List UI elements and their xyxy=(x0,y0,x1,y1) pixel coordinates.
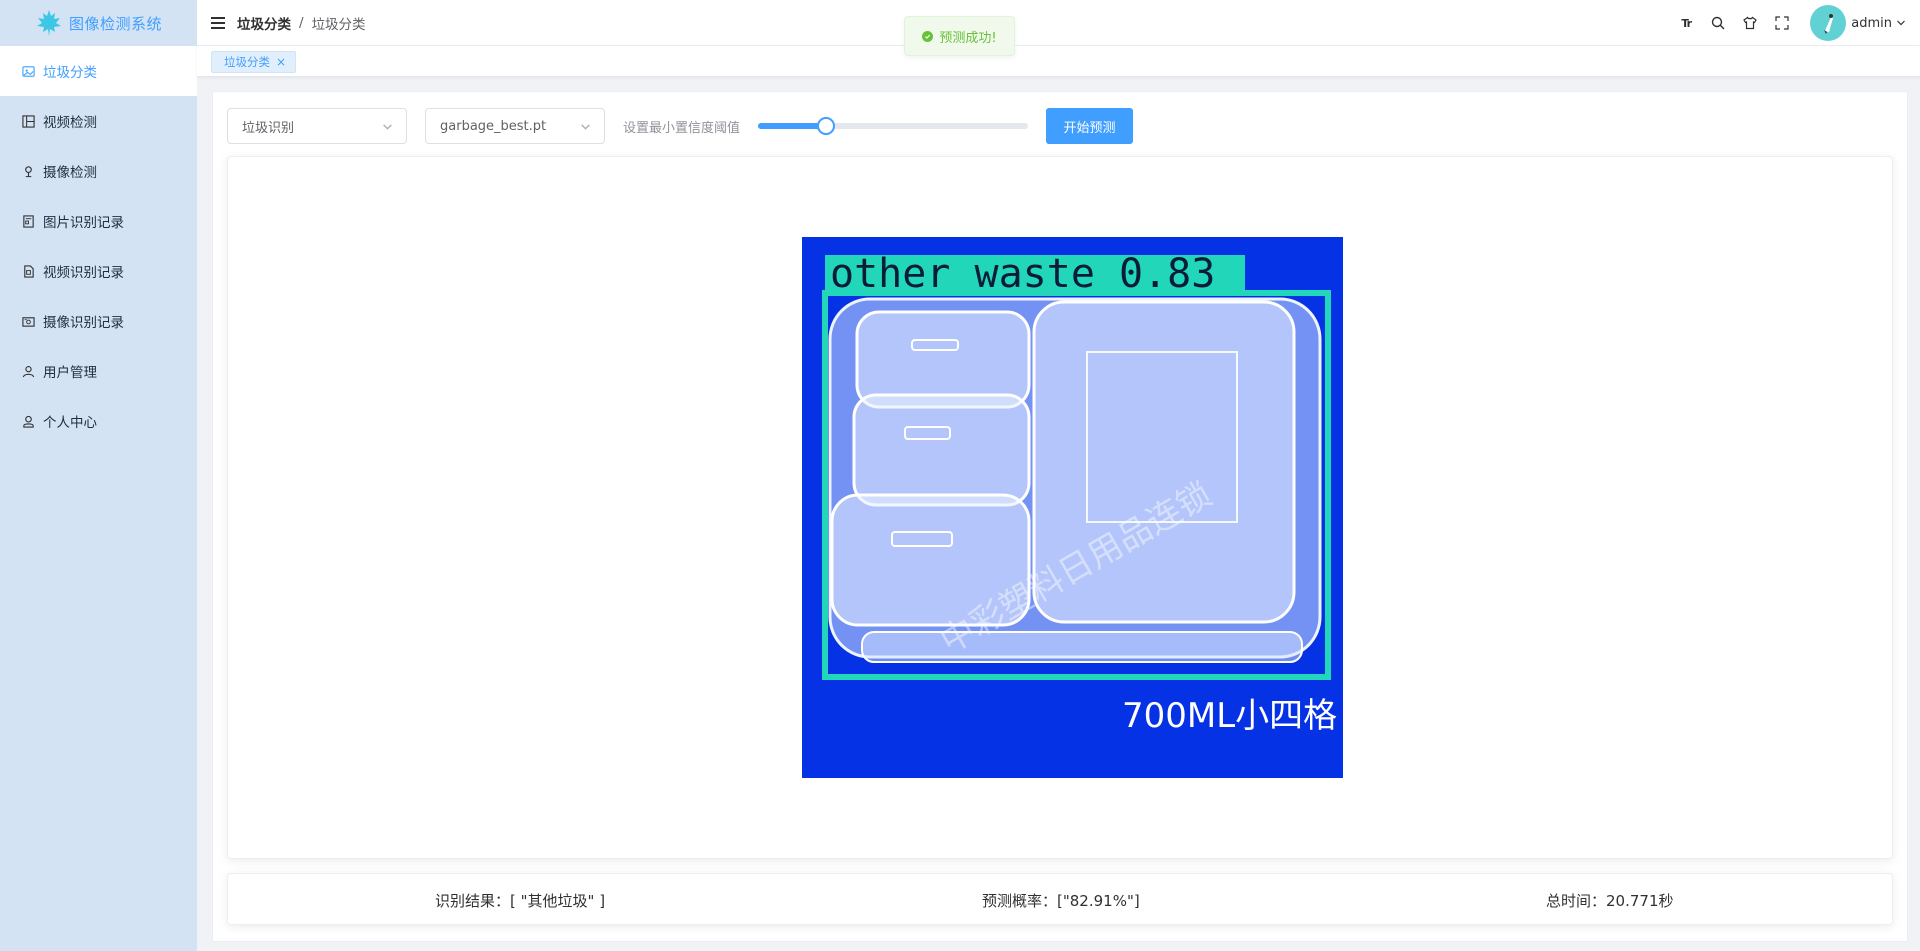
main-content: 垃圾识别 garbage_best.pt 设置最小置信度阈值 开始预测 othe… xyxy=(212,91,1908,942)
sidebar-item-label: 视频检测 xyxy=(43,115,97,131)
sidebar-item-user-management[interactable]: 用户管理 xyxy=(0,346,197,396)
success-toast: 预测成功! xyxy=(904,16,1015,56)
prediction-probability: 预测概率：["82.91%"] xyxy=(982,891,1140,910)
product-text: 700ML小四格 xyxy=(1122,696,1337,736)
image-icon xyxy=(22,65,35,78)
user-name[interactable]: admin xyxy=(1851,16,1892,31)
sidebar-item-garbage-classification[interactable]: 垃圾分类 xyxy=(0,46,197,96)
model-select[interactable]: garbage_best.pt xyxy=(425,108,605,144)
model-select-value: garbage_best.pt xyxy=(440,118,547,134)
shirt-icon[interactable] xyxy=(1734,0,1766,46)
sidebar-item-video-records[interactable]: 视频识别记录 xyxy=(0,246,197,296)
slider-fill xyxy=(758,123,826,129)
location-icon xyxy=(22,165,35,178)
breadcrumb-item[interactable]: 垃圾分类 xyxy=(237,13,291,33)
sidebar-item-camera-detection[interactable]: 摄像检测 xyxy=(0,146,197,196)
chevron-down-icon xyxy=(581,123,590,130)
sidebar-item-image-records[interactable]: 图片识别记录 xyxy=(0,196,197,246)
file-icon xyxy=(22,264,35,278)
chevron-down-icon xyxy=(383,123,392,130)
sidebar-item-personal-center[interactable]: 个人中心 xyxy=(0,396,197,446)
person-icon xyxy=(22,415,35,428)
detection-label: other waste 0.83 xyxy=(830,251,1215,297)
confidence-threshold-slider[interactable] xyxy=(758,117,1029,135)
result-bar: 识别结果：[ "其他垃圾" ] 预测概率：["82.91%"] 总时间：20.7… xyxy=(227,873,1893,925)
avatar-image xyxy=(1824,14,1834,34)
total-time: 总时间：20.771秒 xyxy=(1546,891,1674,910)
sidebar-item-video-detection[interactable]: 视频检测 xyxy=(0,96,197,146)
camera-icon xyxy=(22,315,35,328)
sidebar-item-camera-records[interactable]: 摄像识别记录 xyxy=(0,296,197,346)
image-panel: other waste 0.83 中彩塑料日用品连锁 700ML小四格 xyxy=(227,156,1893,859)
header-actions: Tr admin xyxy=(1670,0,1920,46)
sidebar-item-label: 用户管理 xyxy=(43,365,97,381)
sidebar-item-label: 垃圾分类 xyxy=(43,65,97,81)
chevron-down-icon[interactable] xyxy=(1896,18,1906,28)
font-size-icon[interactable]: Tr xyxy=(1670,0,1702,46)
top-header: 垃圾分类 / 垃圾分类 Tr admin xyxy=(197,0,1920,46)
sidebar-item-label: 图片识别记录 xyxy=(43,215,124,231)
task-select-value: 垃圾识别 xyxy=(242,120,295,136)
detection-result-image: other waste 0.83 中彩塑料日用品连锁 700ML小四格 xyxy=(802,237,1343,778)
breadcrumb: 垃圾分类 / 垃圾分类 xyxy=(237,13,366,33)
app-title: 图像检测系统 xyxy=(68,14,162,33)
user-icon xyxy=(22,365,35,378)
sidebar-item-label: 视频识别记录 xyxy=(43,265,124,281)
sidebar-item-label: 摄像检测 xyxy=(43,165,97,181)
toolbar: 垃圾识别 garbage_best.pt 设置最小置信度阈值 开始预测 xyxy=(227,108,1134,144)
check-circle-icon xyxy=(922,30,934,42)
tag-garbage-classification[interactable]: 垃圾分类 × xyxy=(211,51,297,73)
sidebar: 图像检测系统 垃圾分类 视频检测 摄像检测 图片识别记录 视频识别记录 摄像识别… xyxy=(0,0,197,951)
breadcrumb-item-current: 垃圾分类 xyxy=(311,16,366,33)
maple-leaf-icon xyxy=(36,10,61,36)
sidebar-item-label: 个人中心 xyxy=(43,415,97,431)
font-size-glyph: Tr xyxy=(1681,16,1692,30)
confidence-threshold-label: 设置最小置信度阈值 xyxy=(623,120,741,136)
recognition-result: 识别结果：[ "其他垃圾" ] xyxy=(435,891,606,910)
sidebar-item-label: 摄像识别记录 xyxy=(43,315,124,331)
toast-message: 预测成功! xyxy=(939,30,997,46)
search-icon[interactable] xyxy=(1702,0,1734,46)
hamburger-icon[interactable] xyxy=(211,16,225,29)
tags-view: 垃圾分类 × xyxy=(197,46,1920,77)
fullscreen-icon[interactable] xyxy=(1766,0,1798,46)
document-icon xyxy=(22,214,35,228)
start-predict-button[interactable]: 开始预测 xyxy=(1046,108,1134,144)
avatar[interactable] xyxy=(1810,5,1847,41)
breadcrumb-separator: / xyxy=(299,14,304,31)
sidebar-menu: 垃圾分类 视频检测 摄像检测 图片识别记录 视频识别记录 摄像识别记录 用户管理… xyxy=(0,46,197,446)
close-icon[interactable]: × xyxy=(276,55,286,69)
slider-handle[interactable] xyxy=(816,117,835,135)
task-select[interactable]: 垃圾识别 xyxy=(227,108,407,144)
logo[interactable]: 图像检测系统 xyxy=(0,0,197,46)
tag-label: 垃圾分类 xyxy=(224,55,270,69)
grid-icon xyxy=(22,114,35,128)
